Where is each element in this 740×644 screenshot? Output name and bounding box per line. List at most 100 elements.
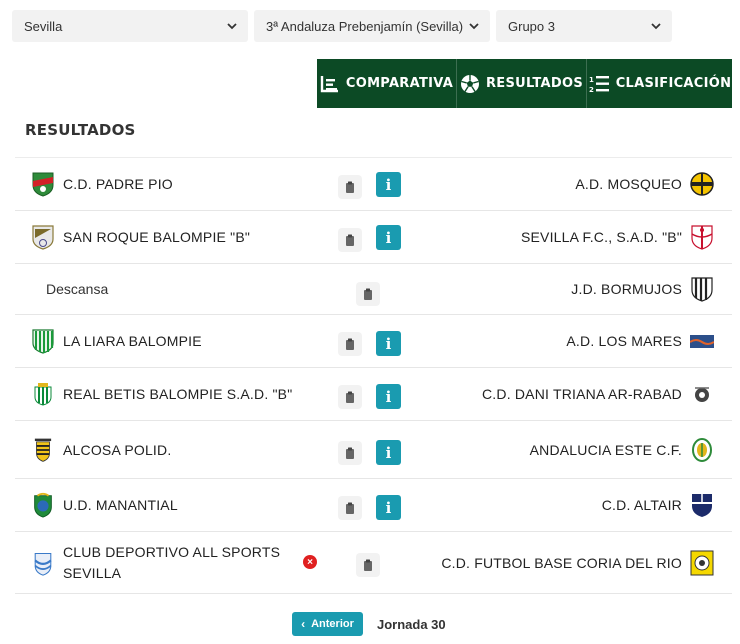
match-info-button[interactable]: i [376, 225, 401, 250]
tab-resultados[interactable]: RESULTADOS [457, 59, 587, 108]
match-report-button[interactable] [338, 332, 362, 356]
clipboard-icon [346, 502, 354, 514]
match-report-button[interactable] [338, 496, 362, 520]
away-team[interactable]: C.D. ALTAIR [602, 479, 714, 531]
away-team-name: J.D. BORMUJOS [571, 281, 682, 297]
away-team-name: A.D. MOSQUEO [575, 176, 682, 192]
clipboard-icon [346, 447, 354, 459]
away-team[interactable]: J.D. BORMUJOS [571, 264, 714, 314]
crest-icon [692, 437, 712, 462]
home-team[interactable]: U.D. MANANTIAL [31, 479, 178, 531]
away-team[interactable]: SEVILLA F.C., S.A.D. "B" [521, 211, 714, 263]
home-team[interactable]: REAL BETIS BALOMPIE S.A.D. "B" [31, 368, 292, 420]
previous-round-button[interactable]: ‹ Anterior [292, 612, 363, 636]
crest-icon [695, 387, 709, 402]
competition-select[interactable]: 3ª Andaluza Prebenjamín (Sevilla) [254, 10, 490, 42]
chevron-down-icon [469, 23, 479, 30]
match-report-button[interactable] [338, 175, 362, 199]
crest-icon [690, 550, 714, 575]
match-info-button[interactable]: i [376, 172, 401, 197]
match-row: CLUB DEPORTIVO ALL SPORTS SEVILLA × C.D.… [15, 532, 732, 594]
football-icon [460, 74, 479, 93]
clipboard-icon [346, 234, 354, 246]
home-team-name-cont: SEVILLA [63, 564, 122, 581]
competition-select-value: 3ª Andaluza Prebenjamín (Sevilla) [266, 18, 464, 34]
match-info-button[interactable]: i [376, 331, 401, 356]
crest-icon [34, 383, 52, 406]
match-row: U.D. MANANTIAL i C.D. ALTAIR [15, 479, 732, 532]
group-select-value: Grupo 3 [508, 18, 555, 34]
section-title: RESULTADOS [25, 121, 136, 139]
clipboard-icon [364, 559, 372, 571]
match-row: C.D. PADRE PIO i A.D. MOSQUEO [15, 158, 732, 211]
home-team-name: ALCOSA POLID. [63, 441, 172, 458]
tab-comparativa[interactable]: COMPARATIVA [317, 59, 457, 108]
crest-icon [691, 225, 713, 250]
clipboard-icon [346, 181, 354, 193]
home-team-name: C.D. PADRE PIO [63, 176, 173, 192]
chevron-left-icon: ‹ [301, 617, 306, 631]
match-report-button[interactable] [356, 282, 380, 306]
away-team-name: C.D. DANI TRIANA AR-RABAD [481, 386, 682, 402]
away-team[interactable]: C.D. DANI TRIANA AR-RABAD [482, 368, 714, 420]
home-team[interactable]: ALCOSA POLID. [31, 421, 171, 478]
crest-icon [34, 438, 52, 462]
away-team-name: A.D. LOS MARES [566, 333, 682, 349]
tab-resultados-label: RESULTADOS [485, 76, 584, 91]
province-select[interactable]: Sevilla [12, 10, 248, 42]
match-info-button[interactable]: i [376, 495, 401, 520]
clipboard-icon [346, 338, 354, 350]
match-row: REAL BETIS BALOMPIE S.A.D. "B" i C.D. DA… [15, 368, 732, 421]
home-team[interactable]: C.D. PADRE PIO [31, 158, 173, 210]
match-row: SAN ROQUE BALOMPIE "B" i SEVILLA F.C., S… [15, 211, 732, 264]
group-select[interactable]: Grupo 3 [496, 10, 672, 42]
match-report-button[interactable] [356, 553, 380, 577]
away-team-name: C.D. FUTBOL BASE CORIA DEL RIO [441, 554, 682, 571]
chevron-down-icon [227, 23, 237, 30]
match-report-button[interactable] [338, 228, 362, 252]
match-report-button[interactable] [338, 441, 362, 465]
filter-bar: Sevilla 3ª Andaluza Prebenjamín (Sevilla… [12, 10, 678, 42]
crest-icon [691, 277, 713, 302]
ranking-list-icon: 1 2 [589, 75, 609, 94]
home-team[interactable]: CLUB DEPORTIVO ALL SPORTS SEVILLA [31, 532, 280, 593]
chart-icon [320, 75, 338, 92]
home-team-name: LA LIARA BALOMPIE [63, 333, 202, 349]
crest-icon [32, 329, 54, 354]
status-badge: × [303, 555, 317, 569]
match-row: Descansa J.D. BORMUJOS [15, 264, 732, 315]
match-info-button[interactable]: i [376, 384, 401, 409]
match-report-button[interactable] [338, 385, 362, 409]
previous-round-label: Anterior [311, 618, 354, 630]
crest-icon [692, 494, 712, 517]
crest-icon [32, 225, 54, 250]
home-team-name: CLUB DEPORTIVO ALL SPORTS [63, 543, 281, 560]
home-team-name: REAL BETIS BALOMPIE S.A.D. "B" [63, 386, 293, 402]
crest-icon [32, 172, 54, 197]
svg-text:1: 1 [589, 76, 594, 84]
crest-icon [690, 172, 714, 196]
away-team-name: ANDALUCIA ESTE C.F. [529, 441, 682, 458]
away-team[interactable]: A.D. LOS MARES [566, 315, 714, 367]
province-select-value: Sevilla [24, 18, 63, 34]
away-team[interactable]: A.D. MOSQUEO [575, 158, 714, 210]
clipboard-icon [346, 391, 354, 403]
svg-text:2: 2 [589, 86, 594, 94]
away-team[interactable]: C.D. FUTBOL BASE CORIA DEL RIO [441, 532, 714, 593]
home-team-name: SAN ROQUE BALOMPIE "B" [63, 229, 251, 245]
away-team-name: SEVILLA F.C., S.A.D. "B" [520, 229, 682, 245]
away-team-name: C.D. ALTAIR [601, 497, 682, 513]
match-info-button[interactable]: i [376, 440, 401, 465]
clipboard-icon [364, 288, 372, 300]
home-team-name-wrap: CLUB DEPORTIVO ALL SPORTS SEVILLA [63, 542, 280, 584]
home-team[interactable]: SAN ROQUE BALOMPIE "B" [31, 211, 250, 263]
home-team-name: U.D. MANANTIAL [63, 497, 178, 513]
tab-clasificacion[interactable]: 1 2 CLASIFICACIÓN [587, 59, 732, 108]
away-team[interactable]: ANDALUCIA ESTE C.F. [530, 421, 714, 478]
crest-icon [34, 492, 52, 518]
crest-icon [690, 335, 714, 348]
home-team[interactable]: LA LIARA BALOMPIE [31, 315, 202, 367]
tab-comparativa-label: COMPARATIVA [345, 76, 454, 91]
rest-slot: Descansa [46, 264, 108, 314]
tab-clasificacion-label: CLASIFICACIÓN [615, 76, 732, 91]
